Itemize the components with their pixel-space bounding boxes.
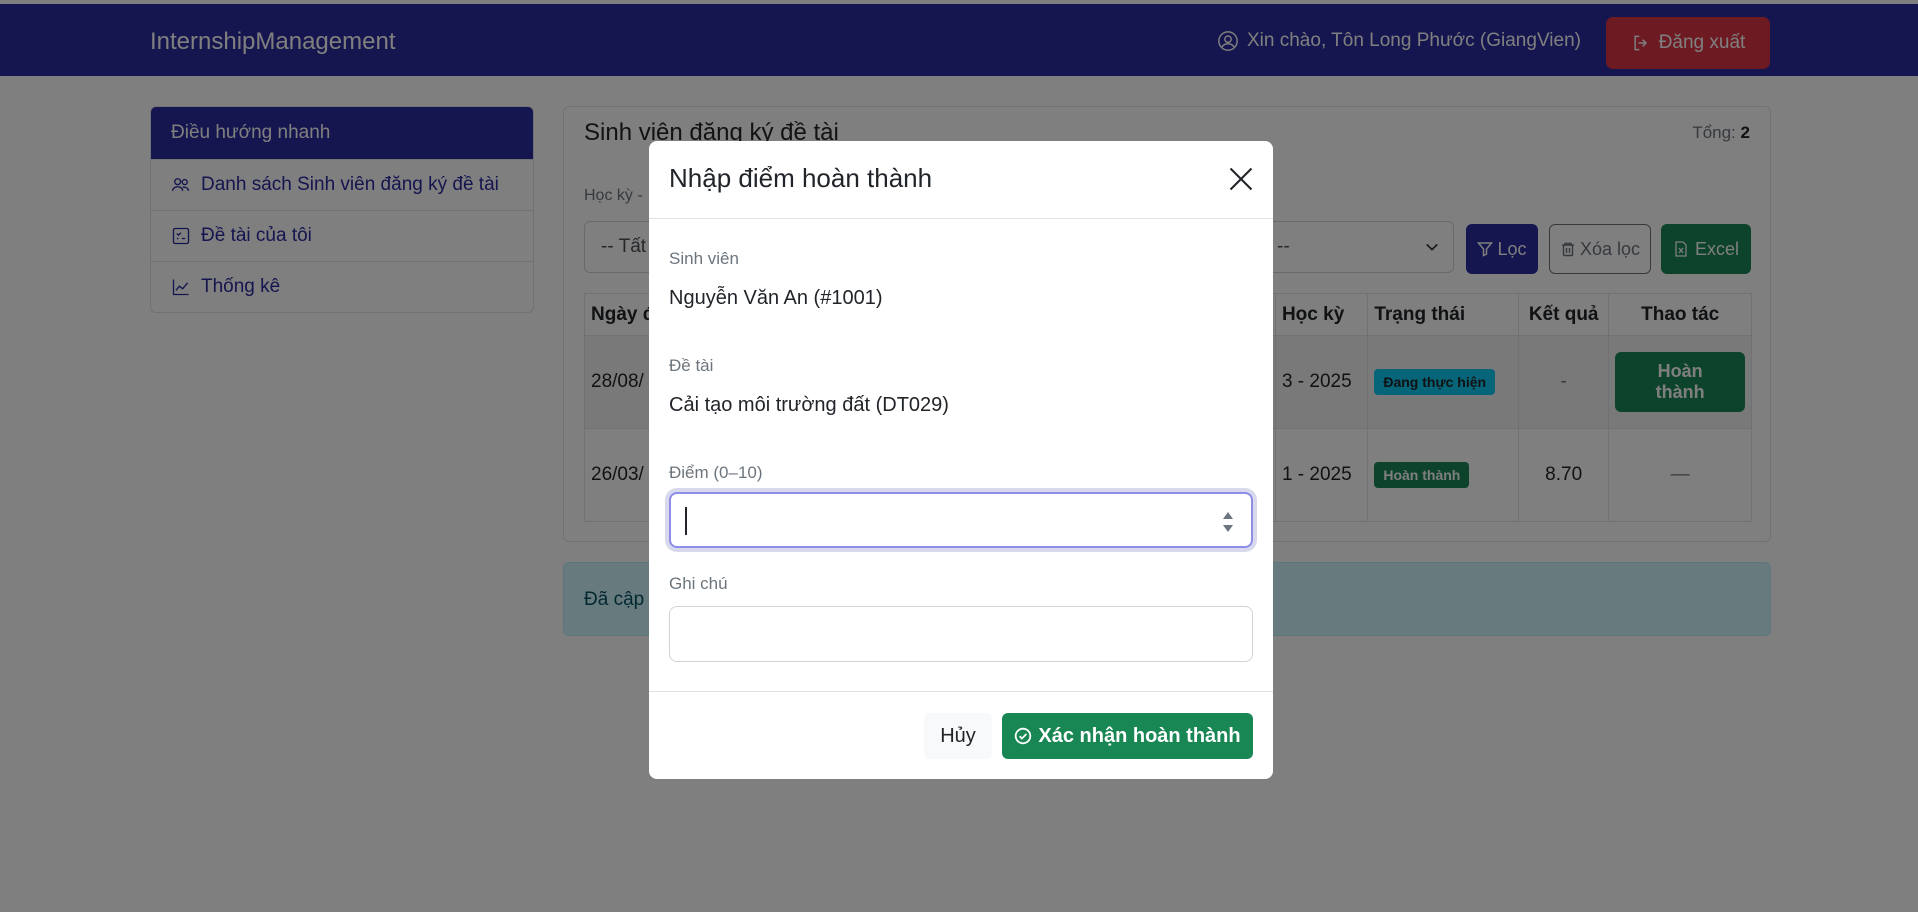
modal-title: Nhập điểm hoàn thành <box>669 163 933 193</box>
number-spinner-icon[interactable] <box>1221 508 1235 536</box>
note-label: Ghi chú <box>669 574 728 593</box>
confirm-label: Xác nhận hoàn thành <box>1038 724 1241 747</box>
text-caret <box>685 507 687 535</box>
close-icon[interactable] <box>1227 165 1255 193</box>
score-input[interactable] <box>669 492 1253 548</box>
note-input[interactable] <box>669 606 1253 662</box>
confirm-complete-button[interactable]: Xác nhận hoàn thành <box>1002 713 1253 759</box>
modal-header: Nhập điểm hoàn thành <box>649 141 1273 219</box>
topic-value: Cải tạo môi trường đất (DT029) <box>669 394 949 416</box>
modal-footer: Hủy Xác nhận hoàn thành <box>649 691 1273 779</box>
topic-label: Đề tài <box>669 356 714 375</box>
score-label: Điểm (0–10) <box>669 463 763 482</box>
student-label: Sinh viên <box>669 249 739 268</box>
cancel-button[interactable]: Hủy <box>924 713 992 759</box>
student-value: Nguyễn Văn An (#1001) <box>669 287 883 309</box>
check-circle-icon <box>1015 727 1032 745</box>
complete-score-modal: Nhập điểm hoàn thành Sinh viên Nguyễn Vă… <box>649 141 1273 779</box>
